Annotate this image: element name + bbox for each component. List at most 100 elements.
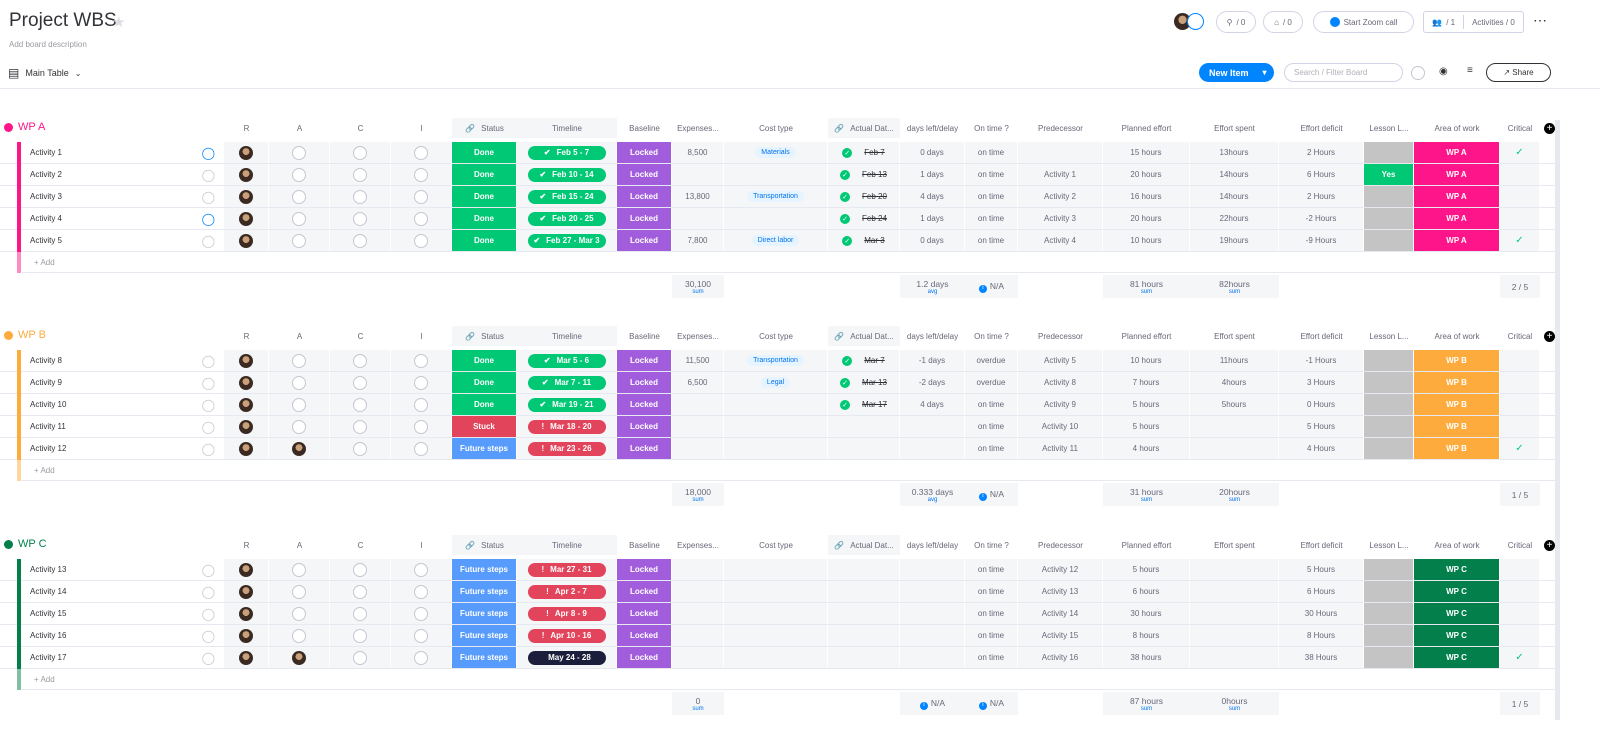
person-avatar[interactable] (239, 628, 253, 643)
hide-icon[interactable]: ◉ (1439, 66, 1448, 77)
chevron-down-icon[interactable]: ▾ (1263, 68, 1267, 77)
critical-cell[interactable] (1500, 186, 1540, 207)
person-avatar[interactable] (239, 145, 253, 160)
days-cell[interactable] (900, 559, 965, 580)
actual-cell[interactable]: ✓ Mar 13 (828, 372, 900, 393)
lesson-cell[interactable] (1364, 230, 1414, 251)
item-name[interactable]: Activity 9 (30, 378, 62, 387)
timeline-pill[interactable]: ✔ Mar 19 - 21 (527, 397, 606, 412)
column-header[interactable]: 🔗 Actual Dat... (828, 326, 900, 346)
spent-cell[interactable]: 22hours (1190, 208, 1279, 229)
column-header[interactable]: C (330, 326, 391, 346)
updates-bubble-icon[interactable]: ◯ (202, 234, 215, 248)
expenses-cell[interactable]: 11,500 (672, 350, 724, 371)
I-cell[interactable] (391, 603, 452, 624)
share-button[interactable]: ↗ Share (1486, 63, 1551, 82)
column-header[interactable]: Predecessor (1018, 535, 1103, 555)
I-cell[interactable] (391, 438, 452, 459)
person-avatar[interactable] (414, 584, 428, 599)
days-summary[interactable]: i N/A (900, 692, 965, 715)
column-header[interactable]: C (330, 118, 391, 138)
deficit-cell[interactable]: 6 Hours (1279, 164, 1364, 185)
status-label[interactable]: Done (474, 378, 494, 387)
pred-cell[interactable] (1018, 142, 1103, 163)
area-label[interactable]: WP A (1446, 214, 1466, 223)
cost-cell[interactable] (724, 208, 828, 229)
person-avatar[interactable] (414, 441, 428, 456)
planned-cell[interactable]: 8 hours (1103, 625, 1190, 646)
A-cell[interactable] (269, 350, 330, 371)
item-name[interactable]: Activity 16 (30, 631, 66, 640)
person-avatar[interactable] (239, 441, 253, 456)
area-cell[interactable]: WP C (1414, 581, 1500, 602)
column-header[interactable]: A (269, 118, 330, 138)
timeline-cell[interactable]: ! Mar 23 - 26 (517, 438, 617, 459)
ontime-cell[interactable]: on time (965, 647, 1018, 668)
deficit-cell[interactable]: 3 Hours (1279, 372, 1364, 393)
timeline-cell[interactable]: ! Mar 27 - 31 (517, 559, 617, 580)
spent-cell[interactable]: 5hours (1190, 394, 1279, 415)
checkmark-icon[interactable]: ✓ (1515, 443, 1523, 454)
person-avatar[interactable] (292, 628, 306, 643)
column-header[interactable]: Area of work (1414, 118, 1500, 138)
C-cell[interactable] (330, 559, 391, 580)
column-header[interactable]: Effort deficit (1279, 535, 1364, 555)
column-header[interactable]: R (224, 326, 269, 346)
lesson-cell[interactable] (1364, 394, 1414, 415)
filter-icon[interactable]: ≡ (1467, 65, 1473, 76)
cost-cell[interactable] (724, 603, 828, 624)
expenses-cell[interactable] (672, 438, 724, 459)
baseline-cell[interactable]: Locked (617, 372, 672, 393)
zoom-call-button[interactable]: Start Zoom call (1313, 11, 1414, 33)
area-cell[interactable]: WP C (1414, 625, 1500, 646)
group-title[interactable]: WP B (18, 329, 46, 341)
person-avatar[interactable] (292, 167, 306, 182)
spent-cell[interactable] (1190, 603, 1279, 624)
ontime-cell[interactable]: on time (965, 625, 1018, 646)
person-avatar[interactable] (292, 233, 306, 248)
person-avatar[interactable] (414, 211, 428, 226)
person-avatar[interactable] (292, 650, 306, 665)
item-name[interactable]: Activity 12 (30, 444, 66, 453)
cost-cell[interactable] (724, 394, 828, 415)
status-cell[interactable]: Done (452, 230, 517, 251)
area-label[interactable]: WP C (1446, 609, 1467, 618)
spent-summary[interactable]: 20hours sum (1190, 483, 1279, 506)
critical-summary[interactable]: 1 / 5 (1500, 692, 1540, 715)
planned-cell[interactable]: 20 hours (1103, 164, 1190, 185)
timeline-pill[interactable]: ✔ Feb 10 - 14 (527, 167, 606, 182)
area-label[interactable]: WP B (1446, 378, 1467, 387)
column-header[interactable]: R (224, 118, 269, 138)
collapse-group-icon[interactable] (4, 122, 13, 132)
planned-cell[interactable]: 10 hours (1103, 230, 1190, 251)
pred-cell[interactable]: Activity 2 (1018, 186, 1103, 207)
R-cell[interactable] (224, 350, 269, 371)
C-cell[interactable] (330, 647, 391, 668)
pred-cell[interactable]: Activity 12 (1018, 559, 1103, 580)
person-avatar[interactable] (414, 606, 428, 621)
status-label[interactable]: Done (474, 400, 494, 409)
status-label[interactable]: Stuck (473, 422, 495, 431)
updates-bubble-icon[interactable]: ◯ (202, 146, 215, 160)
ontime-cell[interactable]: on time (965, 186, 1018, 207)
timeline-pill[interactable]: ✔ Mar 7 - 11 (527, 375, 606, 390)
status-label[interactable]: Future steps (460, 565, 508, 574)
updates-bubble-icon[interactable]: ◯ (202, 607, 215, 621)
updates-bubble-icon[interactable]: ◯ (202, 420, 215, 434)
days-cell[interactable]: -1 days (900, 350, 965, 371)
I-cell[interactable] (391, 581, 452, 602)
critical-cell[interactable]: ✓ (1500, 438, 1540, 459)
R-cell[interactable] (224, 208, 269, 229)
pred-cell[interactable]: Activity 16 (1018, 647, 1103, 668)
days-cell[interactable] (900, 416, 965, 437)
person-avatar[interactable] (239, 562, 253, 577)
new-item-button[interactable]: New Item ▾ (1199, 63, 1274, 82)
spent-summary[interactable]: 82hours sum (1190, 275, 1279, 298)
spent-cell[interactable]: 13hours (1190, 142, 1279, 163)
area-label[interactable]: WP A (1446, 192, 1466, 201)
lesson-cell[interactable] (1364, 625, 1414, 646)
R-cell[interactable] (224, 164, 269, 185)
column-header[interactable]: 🔗 Status (452, 118, 517, 138)
status-label[interactable]: Done (474, 214, 494, 223)
days-cell[interactable] (900, 625, 965, 646)
